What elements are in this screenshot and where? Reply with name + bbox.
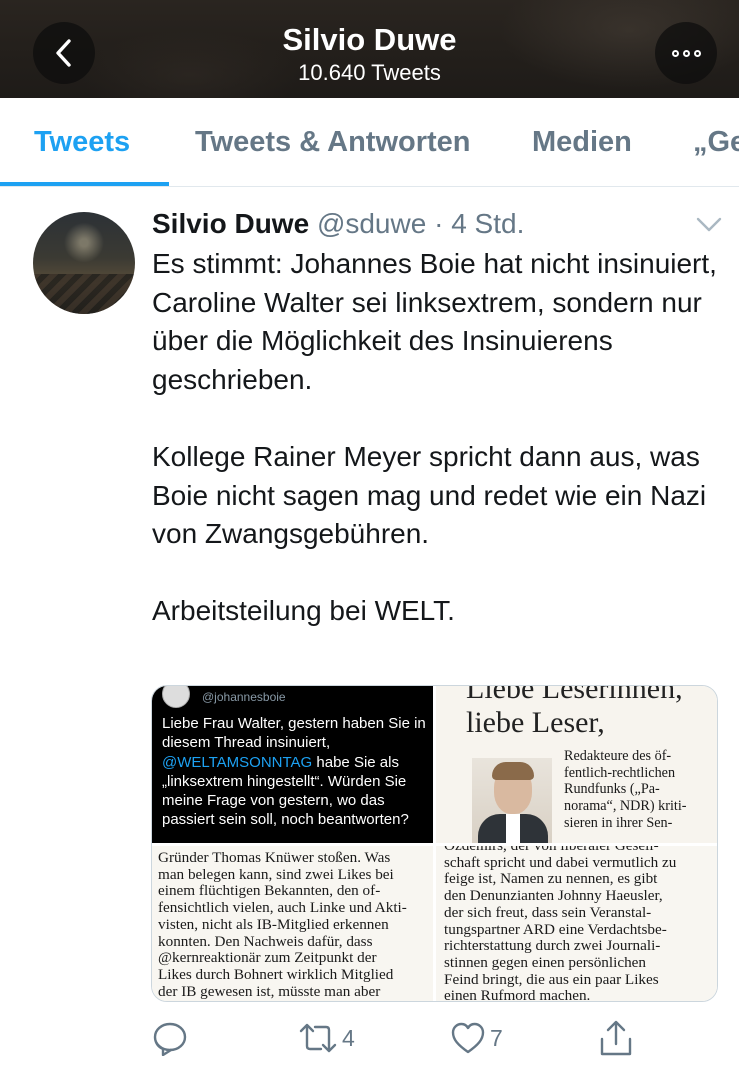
reply-button[interactable] [152,1018,188,1058]
chevron-down-icon[interactable] [694,213,724,237]
embedded-handle: @johannesboie [202,690,286,704]
newspaper-text: Özdemirs, der von liberaler Gesell- scha… [444,846,677,1002]
media-image-newspaper-excerpt-1[interactable]: Gründer Thomas Knüwer stoßen. Was man be… [152,846,433,1001]
embedded-mention: @WELTAMSONNTAG [162,753,313,771]
tab-tweets-and-replies[interactable]: Tweets & Antworten [195,98,471,186]
media-image-newspaper-header[interactable]: Liebe Leserinnen, liebe Leser, Redakteur… [436,686,717,843]
tweet-header: Silvio Duwe @sduwe · 4 Std. [152,206,524,242]
tweet-count: 10.640 Tweets [298,60,441,85]
newspaper-headline-cut: Liebe Leserinnen, [466,686,683,705]
share-button[interactable] [598,1018,634,1058]
active-tab-indicator [0,182,169,186]
tweet-media-grid: @johannesboie Liebe Frau Walter, gestern… [151,685,718,1002]
tab-likes[interactable]: „Ge [693,98,739,186]
reply-icon [153,1022,187,1056]
newspaper-caption: Redakteure des öf- fentlich-rechtlichen … [564,748,687,831]
retweet-icon [299,1023,337,1053]
profile-tabs: Tweets Tweets & Antworten Medien „Ge [0,98,739,187]
newspaper-headline: liebe Leser, [466,706,605,739]
newspaper-text: Gründer Thomas Knüwer stoßen. Was man be… [158,849,407,1000]
tweet-author-handle[interactable]: @sduwe [317,208,426,239]
tweet-text: Es stimmt: Johannes Boie hat nicht insin… [152,245,722,631]
share-icon [600,1020,632,1056]
retweet-count: 4 [342,1024,355,1051]
tab-media[interactable]: Medien [532,98,632,186]
heart-icon [451,1022,485,1054]
more-button[interactable] [655,22,717,84]
avatar[interactable] [33,212,135,314]
author-photo [472,758,552,843]
tweet-paragraph: Arbeitsteilung bei WELT. [152,595,455,627]
profile-header: Silvio Duwe 10.640 Tweets [0,0,739,98]
tweet-author-name[interactable]: Silvio Duwe [152,208,309,239]
embedded-avatar [162,686,190,708]
media-image-tweet-screenshot[interactable]: @johannesboie Liebe Frau Walter, gestern… [152,686,433,843]
tweet-paragraph: Kollege Rainer Meyer spricht dann aus, w… [152,440,707,550]
retweet-button[interactable]: 4 [298,1018,355,1058]
tab-tweets[interactable]: Tweets [34,98,130,186]
tweet-paragraph: Es stimmt: Johannes Boie hat nicht insin… [152,248,717,395]
media-image-newspaper-excerpt-2[interactable]: Özdemirs, der von liberaler Gesell- scha… [436,846,717,1002]
like-button[interactable]: 7 [450,1018,503,1058]
profile-name: Silvio Duwe [282,22,457,57]
more-icon [671,49,701,57]
like-count: 7 [490,1024,503,1051]
tweet-time[interactable]: 4 Std. [451,208,524,239]
embedded-tweet-text: Liebe Frau Walter, gestern haben Sie in … [162,715,426,829]
